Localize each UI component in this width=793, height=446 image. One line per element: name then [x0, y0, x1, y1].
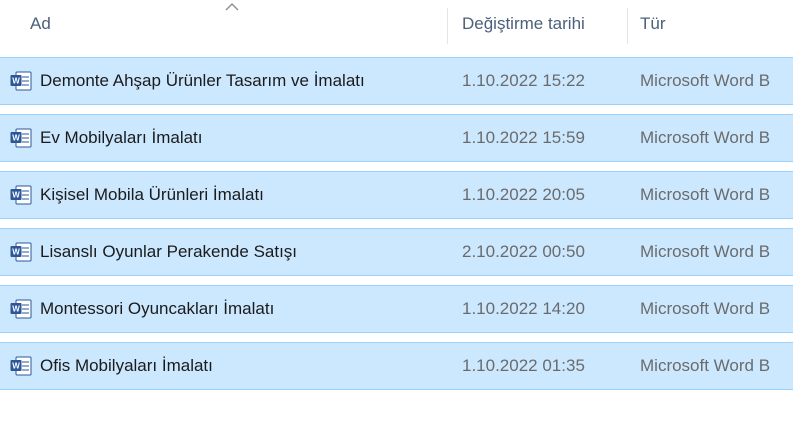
file-name: Demonte Ahşap Ürünler Tasarım ve İmalatı — [40, 71, 365, 90]
file-date-modified: 1.10.2022 15:22 — [462, 71, 585, 90]
svg-text:W: W — [12, 191, 20, 200]
svg-text:W: W — [12, 248, 20, 257]
svg-text:W: W — [12, 362, 20, 371]
column-header-type[interactable]: Tür — [640, 0, 666, 48]
file-name: Montessori Oyuncakları İmalatı — [40, 299, 275, 318]
column-header-date[interactable]: Değiştirme tarihi — [462, 0, 585, 48]
word-document-icon: W — [10, 356, 32, 376]
column-divider[interactable] — [627, 8, 628, 44]
file-date-modified: 1.10.2022 15:59 — [462, 128, 585, 147]
file-name: Ofis Mobilyaları İmalatı — [40, 356, 213, 375]
file-type: Microsoft Word B — [640, 71, 771, 90]
word-document-icon: W — [10, 128, 32, 148]
file-row[interactable]: W Kişisel Mobila Ürünleri İmalatı 1.10.2… — [0, 171, 793, 219]
file-type: Microsoft Word B — [640, 299, 771, 318]
word-document-icon: W — [10, 299, 32, 319]
sort-ascending-icon[interactable] — [224, 2, 240, 12]
file-type: Microsoft Word B — [640, 242, 771, 261]
file-name: Kişisel Mobila Ürünleri İmalatı — [40, 185, 264, 204]
file-date-modified: 1.10.2022 01:35 — [462, 356, 585, 375]
word-document-icon: W — [10, 242, 32, 262]
column-header-name[interactable]: Ad — [30, 0, 51, 48]
file-date-modified: 2.10.2022 00:50 — [462, 242, 585, 261]
file-name: Ev Mobilyaları İmalatı — [40, 128, 203, 147]
file-date-modified: 1.10.2022 14:20 — [462, 299, 585, 318]
file-row[interactable]: W Lisanslı Oyunlar Perakende Satışı 2.10… — [0, 228, 793, 276]
file-date-modified: 1.10.2022 20:05 — [462, 185, 585, 204]
word-document-icon: W — [10, 185, 32, 205]
file-row[interactable]: W Montessori Oyuncakları İmalatı 1.10.20… — [0, 285, 793, 333]
svg-text:W: W — [12, 305, 20, 314]
file-name: Lisanslı Oyunlar Perakende Satışı — [40, 242, 298, 261]
column-divider[interactable] — [447, 8, 448, 44]
word-document-icon: W — [10, 71, 32, 91]
file-type: Microsoft Word B — [640, 356, 771, 375]
svg-text:W: W — [12, 134, 20, 143]
file-type: Microsoft Word B — [640, 185, 771, 204]
svg-text:W: W — [12, 77, 20, 86]
file-type: Microsoft Word B — [640, 128, 771, 147]
file-row[interactable]: W Demonte Ahşap Ürünler Tasarım ve İmala… — [0, 57, 793, 105]
file-row[interactable]: W Ev Mobilyaları İmalatı 1.10.2022 15:59… — [0, 114, 793, 162]
column-header-bar: Ad Değiştirme tarihi Tür — [0, 0, 793, 48]
file-row[interactable]: W Ofis Mobilyaları İmalatı 1.10.2022 01:… — [0, 342, 793, 390]
